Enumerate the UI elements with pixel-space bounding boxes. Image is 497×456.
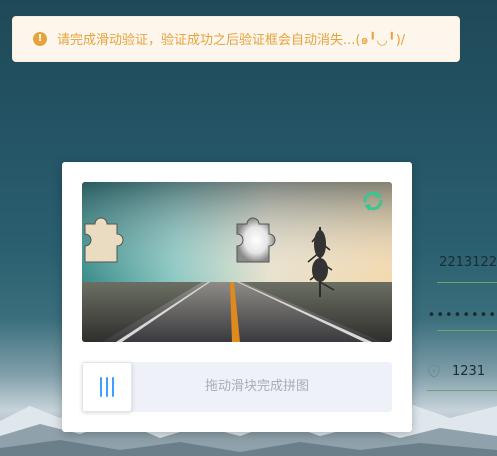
warning-message: ! 请完成滑动验证，验证成功之后验证框会自动消失...(๑╹◡╹)/ bbox=[12, 16, 460, 62]
shield-icon bbox=[428, 364, 440, 378]
captcha-dialog: 拖动滑块完成拼图 bbox=[62, 162, 412, 432]
slider-handle[interactable] bbox=[82, 362, 132, 412]
warning-text: 请完成滑动验证，验证成功之后验证框会自动消失...(๑╹◡╹)/ bbox=[57, 32, 406, 48]
username-field[interactable]: 2213122 bbox=[439, 255, 497, 270]
warning-icon: ! bbox=[33, 32, 47, 46]
puzzle-slot bbox=[236, 217, 276, 263]
puzzle-image bbox=[82, 182, 392, 342]
username-underline bbox=[437, 282, 497, 283]
refresh-icon[interactable] bbox=[360, 188, 386, 214]
slider-grip-icon bbox=[100, 377, 114, 397]
verify-code-field[interactable]: 1231 bbox=[452, 364, 497, 379]
puzzle-piece[interactable] bbox=[84, 217, 124, 263]
road-landscape-image bbox=[82, 182, 392, 342]
password-field[interactable]: •••••••• bbox=[428, 308, 497, 323]
verify-code-underline bbox=[427, 390, 497, 391]
password-underline bbox=[437, 330, 497, 331]
slider-track[interactable]: 拖动滑块完成拼图 bbox=[82, 362, 392, 412]
